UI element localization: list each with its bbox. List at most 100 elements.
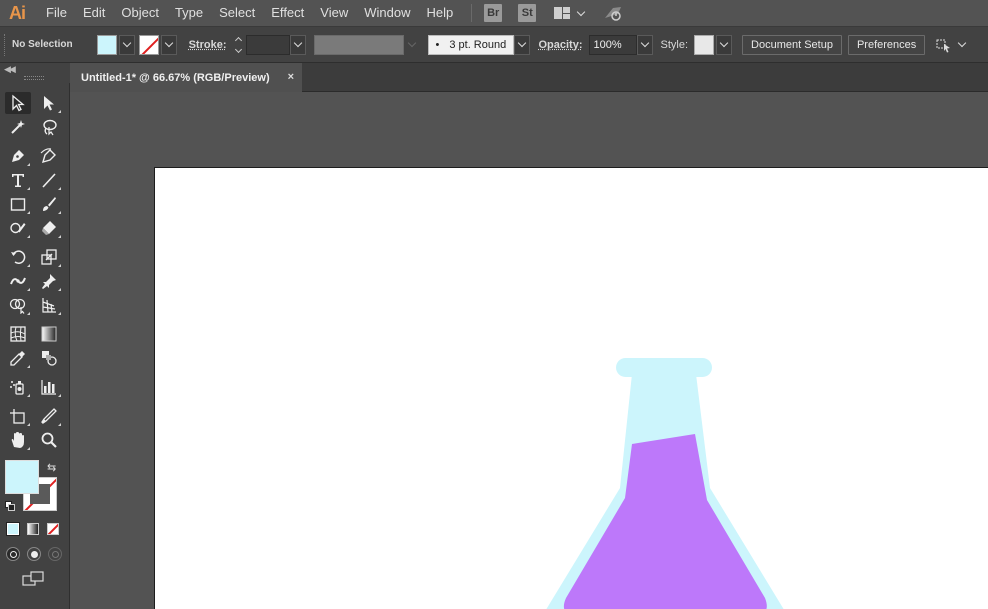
- selection-tool[interactable]: [5, 92, 31, 114]
- line-segment-tool[interactable]: [36, 169, 62, 191]
- tool-flyout-indicator: [27, 264, 30, 267]
- change-screen-mode-button[interactable]: [22, 570, 46, 588]
- slice-tool[interactable]: [36, 405, 62, 427]
- shape-builder-tool[interactable]: [5, 294, 31, 316]
- column-graph-icon: [41, 380, 56, 395]
- graphic-style-swatch[interactable]: [694, 34, 715, 55]
- preferences-button[interactable]: Preferences: [847, 34, 926, 55]
- fill-color-box[interactable]: [96, 34, 117, 55]
- stroke-color-box[interactable]: [138, 34, 159, 55]
- flask-liquid[interactable]: [563, 434, 767, 609]
- document-tab[interactable]: Untitled-1* @ 66.67% (RGB/Preview) ×: [70, 63, 302, 92]
- screen-mode-icon: [22, 571, 44, 586]
- flask-artwork[interactable]: [540, 358, 790, 609]
- fill-dropdown[interactable]: [118, 34, 135, 55]
- arrange-documents-button[interactable]: [554, 7, 586, 19]
- tool-flyout-indicator: [58, 288, 61, 291]
- rectangle-tool[interactable]: [5, 193, 31, 215]
- draw-normal-button[interactable]: [6, 547, 20, 561]
- type-tool[interactable]: [5, 169, 31, 191]
- magic-wand-icon: [11, 120, 25, 134]
- menu-object[interactable]: Object: [113, 0, 167, 26]
- stroke-weight-dropdown[interactable]: [290, 34, 307, 55]
- document-setup-button[interactable]: Document Setup: [742, 34, 842, 55]
- artboard[interactable]: [154, 167, 988, 609]
- brush-dropdown[interactable]: [514, 34, 531, 55]
- close-icon[interactable]: ×: [288, 71, 294, 83]
- app-logo: Ai: [9, 2, 26, 23]
- zoom-tool[interactable]: [36, 429, 62, 451]
- shaper-tool[interactable]: [5, 217, 31, 239]
- opacity-dropdown[interactable]: [636, 34, 653, 55]
- toolbar-grip[interactable]: [24, 76, 44, 80]
- stroke-weight-input[interactable]: [246, 34, 291, 55]
- tools-panel: ⇆: [0, 83, 70, 609]
- gradient-tool[interactable]: [36, 323, 62, 345]
- panel-grip[interactable]: [4, 33, 8, 56]
- opacity-input[interactable]: 100%: [588, 34, 637, 55]
- eraser-icon: [42, 221, 56, 235]
- color-mode-button[interactable]: [7, 523, 19, 535]
- draw-behind-button[interactable]: [27, 547, 41, 561]
- stroke-weight-stepper[interactable]: [232, 34, 244, 56]
- fill-color-indicator[interactable]: [5, 460, 39, 494]
- stroke-dropdown[interactable]: [160, 34, 177, 55]
- symbol-sprayer-tool[interactable]: [5, 376, 31, 398]
- menu-effect[interactable]: Effect: [263, 0, 312, 26]
- eyedropper-tool[interactable]: [5, 347, 31, 369]
- stock-button[interactable]: St: [518, 4, 537, 22]
- puppet-warp-tool[interactable]: [36, 270, 62, 292]
- curvature-tool[interactable]: [36, 145, 62, 167]
- menu-select[interactable]: Select: [211, 0, 263, 26]
- rotate-icon: [11, 250, 26, 264]
- canvas-area[interactable]: [71, 92, 988, 609]
- swap-fill-stroke-icon[interactable]: ⇆: [47, 461, 56, 474]
- magnifier-icon: [41, 432, 57, 448]
- rotate-tool[interactable]: [5, 246, 31, 268]
- opacity-label[interactable]: Opacity:: [538, 39, 582, 51]
- pen-tool[interactable]: [5, 145, 31, 167]
- none-mode-button[interactable]: [47, 523, 59, 535]
- scale-tool[interactable]: [36, 246, 62, 268]
- perspective-grid-tool[interactable]: [36, 294, 62, 316]
- gradient-mode-button[interactable]: [27, 523, 39, 535]
- direct-selection-arrow-icon: [44, 96, 54, 111]
- magic-wand-tool[interactable]: [5, 116, 31, 138]
- mesh-tool[interactable]: [5, 323, 31, 345]
- stroke-label[interactable]: Stroke:: [189, 39, 227, 51]
- blend-tool[interactable]: [36, 347, 62, 369]
- collapse-panel-icon[interactable]: ◀◀: [4, 64, 16, 75]
- eraser-tool[interactable]: [36, 217, 62, 239]
- lasso-tool[interactable]: [36, 116, 62, 138]
- tool-flyout-indicator: [27, 447, 30, 450]
- width-tool[interactable]: [5, 270, 31, 292]
- menu-window[interactable]: Window: [356, 0, 418, 26]
- paintbrush-tool[interactable]: [36, 193, 62, 215]
- menu-help[interactable]: Help: [418, 0, 461, 26]
- tool-flyout-indicator: [27, 235, 30, 238]
- chevron-down-icon: [294, 38, 303, 48]
- chevron-down-icon: [518, 38, 527, 48]
- artboard-tool[interactable]: [5, 405, 31, 427]
- direct-selection-tool[interactable]: [36, 92, 62, 114]
- menu-view[interactable]: View: [312, 0, 356, 26]
- variable-width-profile[interactable]: [314, 34, 405, 55]
- tool-flyout-indicator: [58, 187, 61, 190]
- variable-width-dropdown[interactable]: [404, 34, 421, 55]
- select-similar-button[interactable]: [935, 36, 967, 54]
- style-label: Style:: [660, 38, 689, 51]
- menu-type[interactable]: Type: [167, 0, 211, 26]
- gpu-performance-icon[interactable]: [602, 4, 624, 22]
- draw-inside-button[interactable]: [48, 547, 62, 561]
- hand-tool[interactable]: [5, 429, 31, 451]
- fill-swatch[interactable]: [96, 34, 135, 55]
- style-dropdown[interactable]: [716, 34, 733, 55]
- default-fill-stroke-icon[interactable]: [5, 501, 15, 511]
- menu-file[interactable]: File: [38, 0, 75, 26]
- stroke-swatch[interactable]: [138, 34, 177, 55]
- curvature-pen-icon: [40, 148, 56, 164]
- brush-definition[interactable]: • 3 pt. Round: [428, 34, 515, 55]
- menu-edit[interactable]: Edit: [75, 0, 113, 26]
- bridge-button[interactable]: Br: [484, 4, 503, 22]
- column-graph-tool[interactable]: [36, 376, 62, 398]
